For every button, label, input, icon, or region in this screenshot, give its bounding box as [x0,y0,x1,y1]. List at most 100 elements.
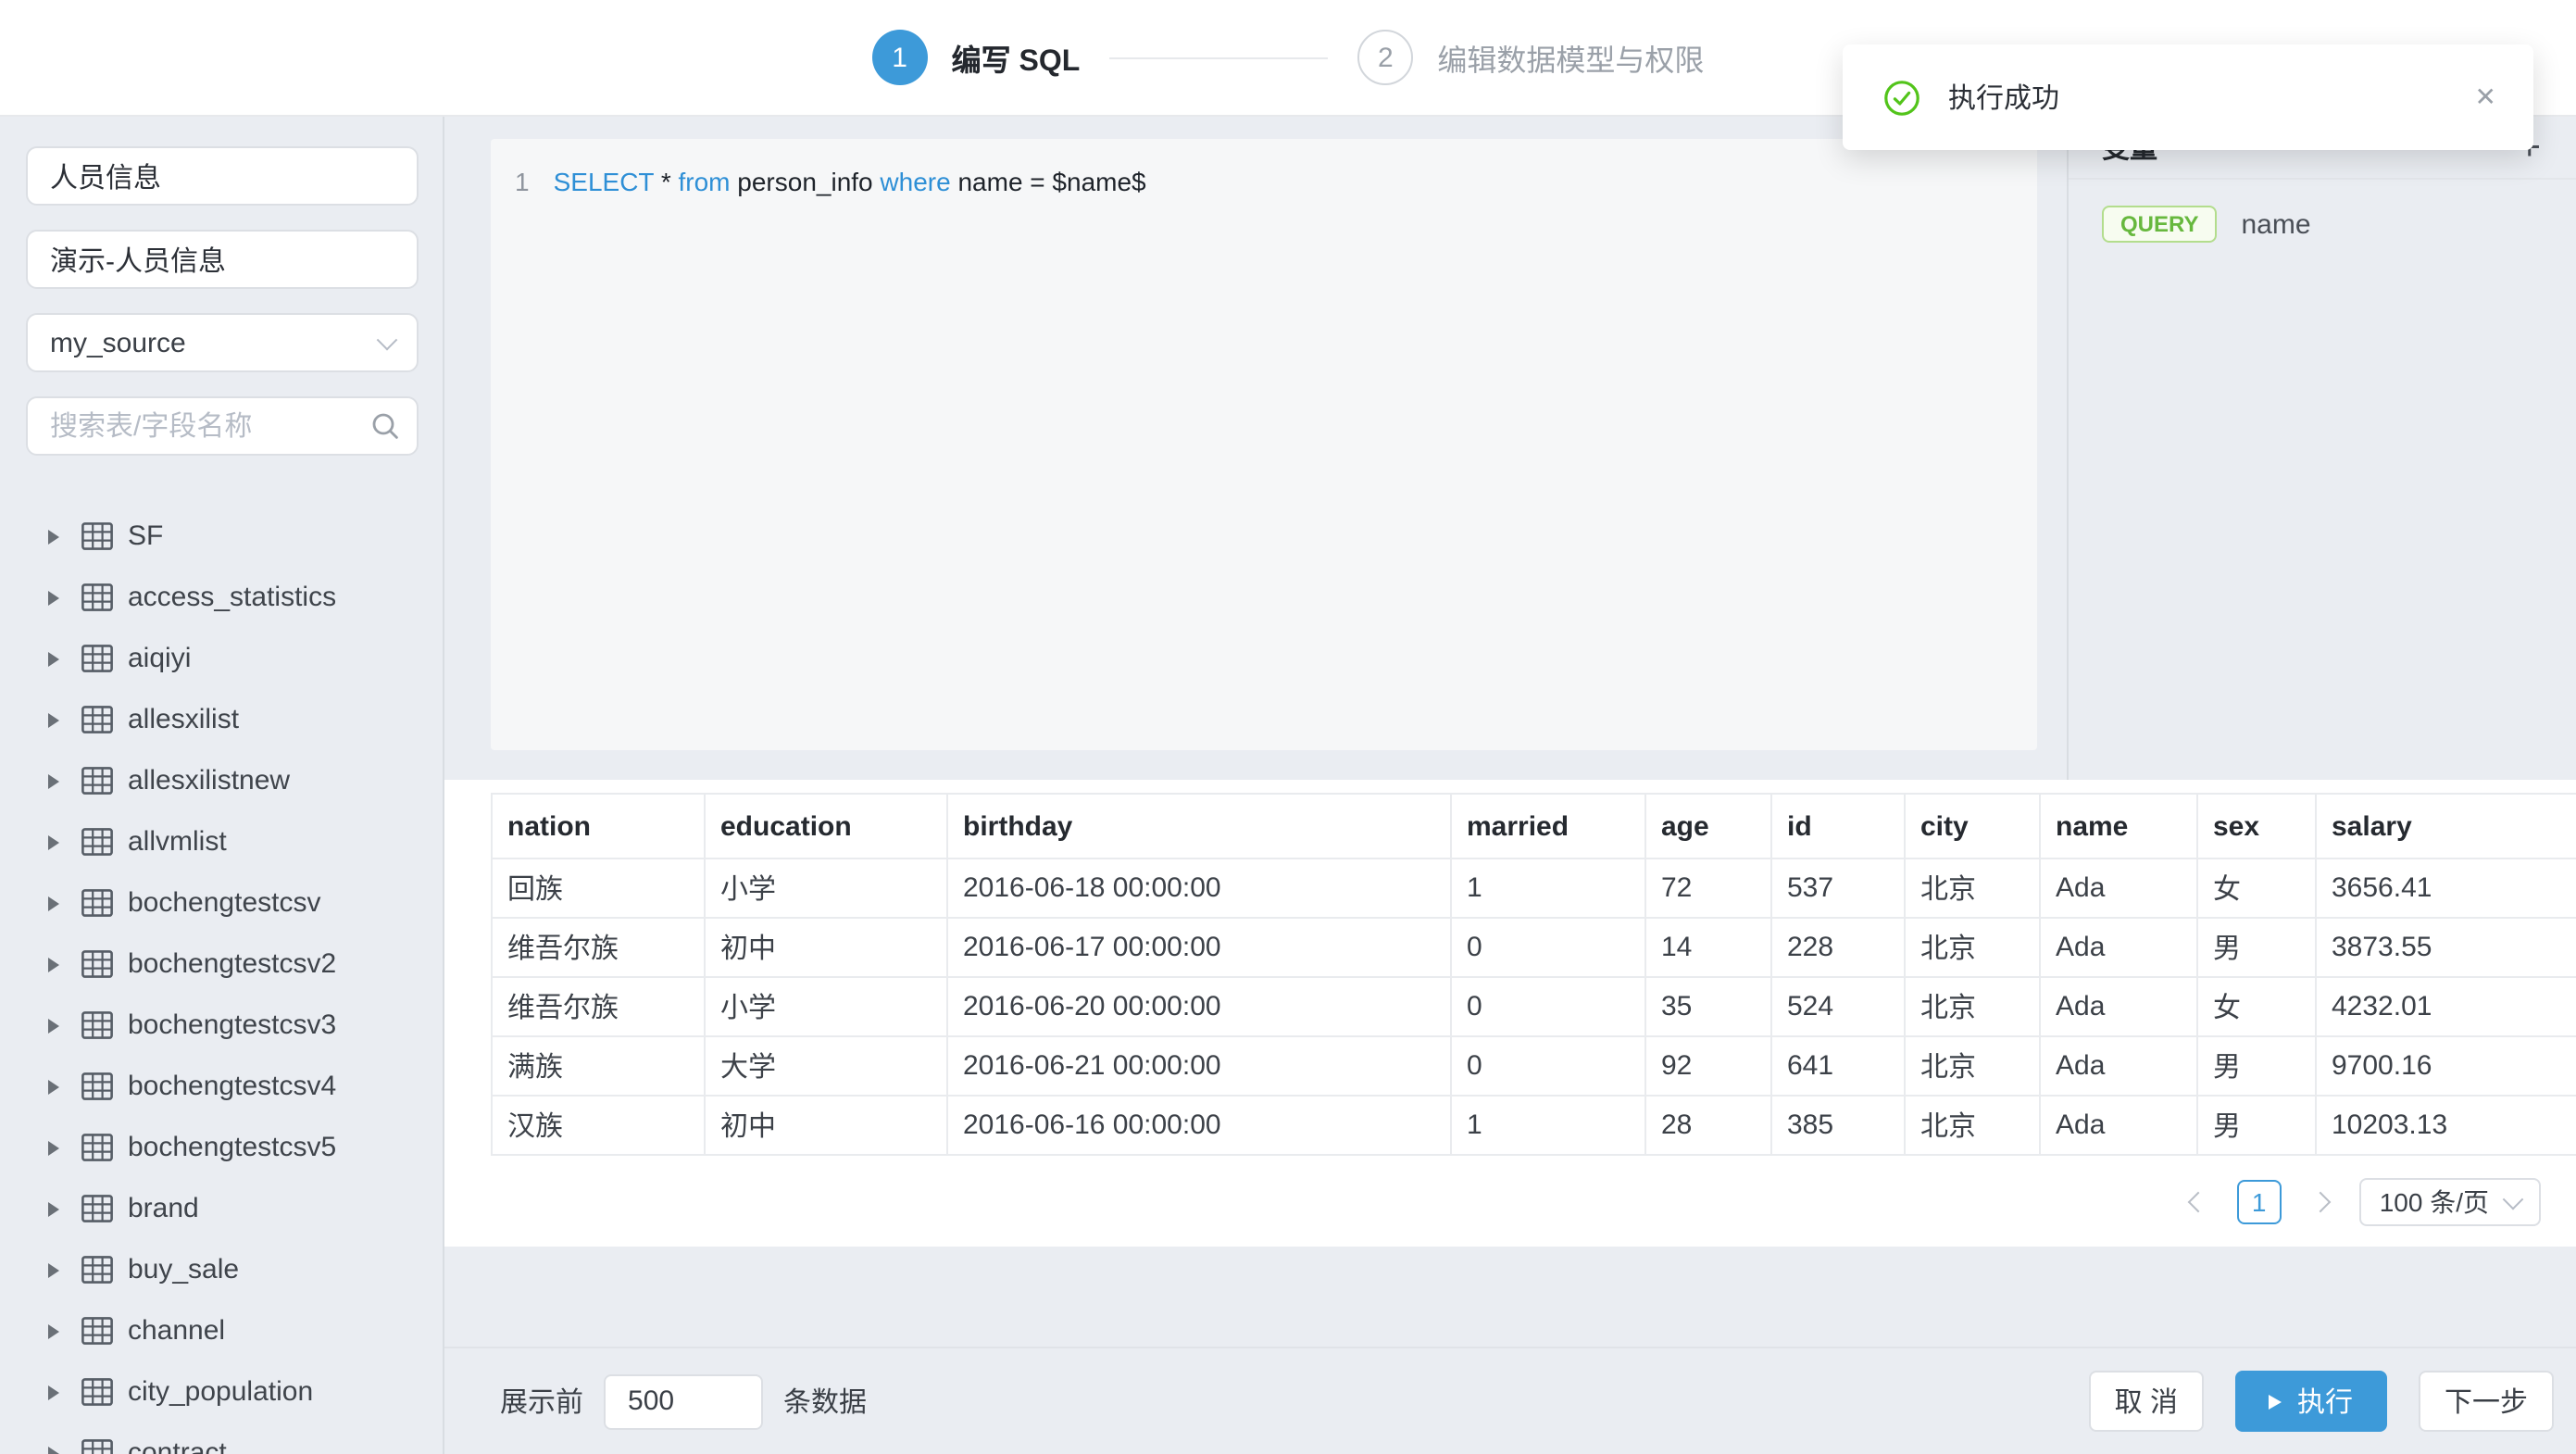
tree-item-table[interactable]: city_population [0,1361,443,1423]
tree-item-label: contract [128,1437,227,1454]
chevron-right-icon [2309,1192,2331,1213]
caret-right-icon[interactable] [48,1385,59,1399]
caret-right-icon[interactable] [48,773,59,788]
table-cell: 524 [1771,977,1905,1036]
column-header: id [1771,794,1905,859]
source-select[interactable]: my_source [26,313,419,372]
column-header: married [1451,794,1645,859]
tree-item-table[interactable]: aiqiyi [0,628,443,689]
caret-right-icon[interactable] [48,896,59,910]
table-cell: Ada [2040,1036,2197,1096]
caret-right-icon[interactable] [48,590,59,605]
step-2-number: 2 [1357,30,1413,85]
caret-right-icon[interactable] [48,712,59,727]
table-cell: 10203.13 [2316,1096,2576,1155]
table-cell: 4232.01 [2316,977,2576,1036]
tree-item-label: allesxilist [128,704,239,735]
footer-bar: 展示前 条数据 取 消 执行 下一步 [444,1347,2576,1454]
variables-list: QUERYname [2069,180,2576,269]
table-cell: Ada [2040,918,2197,977]
toast-close-icon[interactable]: ✕ [2468,74,2504,120]
table-icon [81,1439,113,1454]
tree-item-table[interactable]: access_statistics [0,567,443,628]
tree-item-table[interactable]: allesxilist [0,689,443,750]
tree-item-table[interactable]: bochengtestcsv [0,872,443,934]
tree-item-table[interactable]: bochengtestcsv4 [0,1056,443,1117]
table-cell: 回族 [492,859,705,918]
table-cell: 北京 [1905,918,2040,977]
app-window: 1 编写 SQL 2 编辑数据模型与权限 my_source SFaccess_… [0,0,2576,1454]
sql-editor[interactable]: 1 SELECT * from person_info where name =… [491,139,2037,750]
tree-item-table[interactable]: buy_sale [0,1239,443,1300]
caret-right-icon[interactable] [48,1323,59,1338]
current-page-button[interactable]: 1 [2237,1180,2282,1224]
caret-right-icon[interactable] [48,957,59,971]
table-cell: 男 [2197,1036,2316,1096]
table-cell: Ada [2040,1096,2197,1155]
row-limit-control: 展示前 条数据 [500,1373,2089,1429]
caret-right-icon[interactable] [48,1446,59,1454]
table-cell: 9700.16 [2316,1036,2576,1096]
caret-right-icon[interactable] [48,1201,59,1216]
cancel-button[interactable]: 取 消 [2089,1371,2204,1432]
stepper-connector [1109,56,1328,58]
prev-page-button[interactable] [2180,1184,2217,1221]
dataset-name-input[interactable] [26,146,419,206]
next-page-button[interactable] [2302,1184,2339,1221]
page-size-select[interactable]: 100 条/页 [2359,1178,2541,1226]
table-cell: 2016-06-18 00:00:00 [947,859,1451,918]
table-icon [81,706,113,733]
search-input[interactable] [26,396,419,456]
caret-right-icon[interactable] [48,1079,59,1094]
stepper-step-edit-model[interactable]: 2 编辑数据模型与权限 [1357,30,1704,85]
tree-item-table[interactable]: contract [0,1423,443,1454]
tree-item-table[interactable]: bochengtestcsv2 [0,934,443,995]
tree-item-label: city_population [128,1376,313,1408]
table-row: 满族大学2016-06-21 00:00:00092641北京Ada男9700.… [492,1036,2576,1096]
table-icon [81,1378,113,1406]
footer-actions: 取 消 执行 下一步 [2089,1371,2554,1432]
table-cell: 2016-06-20 00:00:00 [947,977,1451,1036]
tree-item-table[interactable]: brand [0,1178,443,1239]
table-cell: 初中 [705,918,947,977]
variable-name: name [2241,208,2310,240]
caret-right-icon[interactable] [48,1262,59,1277]
table-icon [81,1195,113,1222]
tree-item-table[interactable]: channel [0,1300,443,1361]
table-cell: 北京 [1905,859,2040,918]
tree-item-table[interactable]: allesxilistnew [0,750,443,811]
table-cell: 维吾尔族 [492,918,705,977]
caret-right-icon[interactable] [48,529,59,544]
table-cell: 男 [2197,1096,2316,1155]
stepper-step-write-sql[interactable]: 1 编写 SQL [872,30,1081,85]
variable-item[interactable]: QUERYname [2069,180,2576,269]
tree-item-table[interactable]: SF [0,506,443,567]
table-tree: SFaccess_statisticsaiqiyi allesxilist alle… [0,506,443,1454]
source-select-value: my_source [50,327,186,358]
page-size-value: 100 条/页 [2380,1184,2489,1221]
results-section: nationeducationbirthdaymarriedageidcityn… [444,780,2576,1247]
caret-right-icon[interactable] [48,1140,59,1155]
caret-right-icon[interactable] [48,834,59,849]
tree-item-table[interactable]: allvmlist [0,811,443,872]
table-icon [81,828,113,856]
table-cell: 1 [1451,1096,1645,1155]
table-icon [81,645,113,672]
table-cell: 3656.41 [2316,859,2576,918]
table-cell: 228 [1771,918,1905,977]
display-name-input[interactable] [26,230,419,289]
next-step-button[interactable]: 下一步 [2419,1371,2554,1432]
table-cell: 2016-06-21 00:00:00 [947,1036,1451,1096]
tree-item-table[interactable]: bochengtestcsv5 [0,1117,443,1178]
run-button[interactable]: 执行 [2235,1371,2387,1432]
caret-right-icon[interactable] [48,1018,59,1033]
column-header: name [2040,794,2197,859]
table-cell: 北京 [1905,1096,2040,1155]
table-cell: 小学 [705,977,947,1036]
limit-input[interactable] [604,1373,763,1429]
caret-right-icon[interactable] [48,651,59,666]
table-icon [81,767,113,795]
sql-keyword: where [880,167,957,196]
tree-item-table[interactable]: bochengtestcsv3 [0,995,443,1056]
main-content: 1 SELECT * from person_info where name =… [444,117,2576,1454]
